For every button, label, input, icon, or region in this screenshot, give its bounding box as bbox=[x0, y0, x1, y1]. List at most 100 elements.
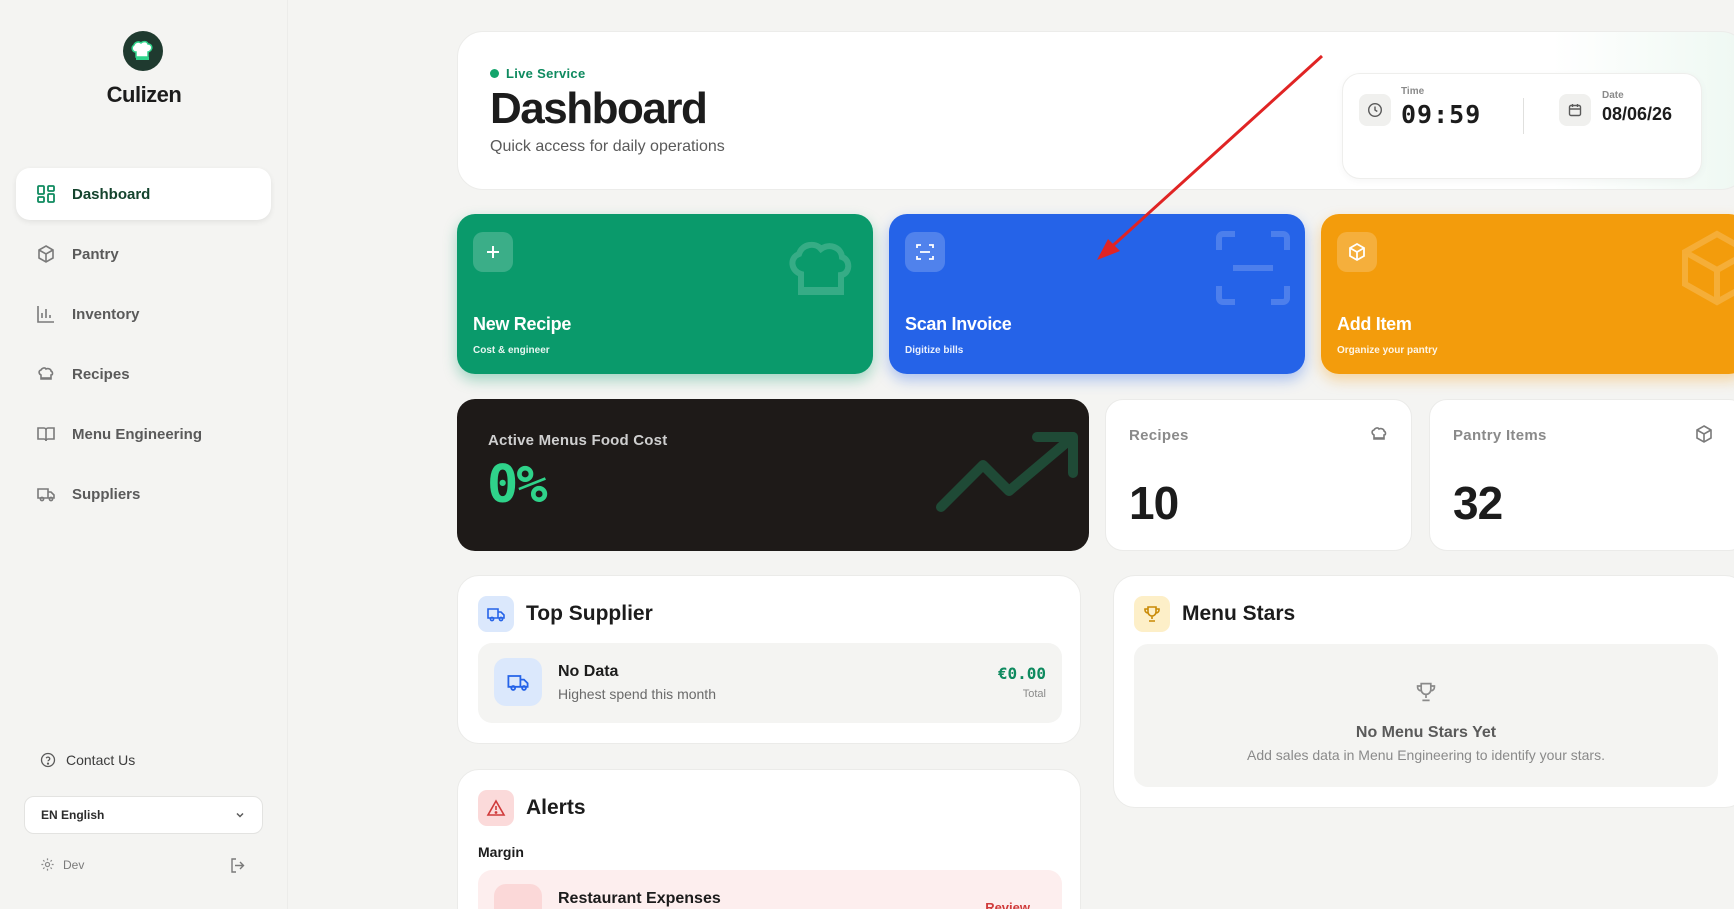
action-title: New Recipe bbox=[473, 314, 572, 334]
truck-icon bbox=[37, 488, 55, 502]
menu-stars-panel: Menu Stars No Menu Stars Yet Add sales d… bbox=[1113, 575, 1734, 808]
contact-us-link[interactable]: Contact Us bbox=[40, 752, 135, 768]
action-subtitle: Cost & engineer bbox=[473, 345, 550, 356]
box-icon bbox=[1682, 230, 1734, 306]
logo-icon bbox=[123, 31, 163, 71]
chef-hat-icon bbox=[789, 241, 852, 295]
clock-icon bbox=[1359, 94, 1391, 126]
live-status-label: Live Service bbox=[506, 66, 586, 81]
bar-chart-icon bbox=[37, 306, 54, 323]
help-circle-icon bbox=[40, 752, 56, 768]
supplier-amount-label: Total bbox=[1022, 688, 1046, 700]
stat-label: Recipes bbox=[1129, 427, 1189, 444]
trophy-icon bbox=[1416, 682, 1436, 702]
page-subtitle: Quick access for daily operations bbox=[490, 138, 725, 155]
alerts-section-label: Margin bbox=[478, 844, 524, 860]
scan-icon bbox=[1216, 231, 1290, 305]
top-supplier-panel: Top Supplier No Data Highest spend this … bbox=[457, 575, 1081, 744]
empty-state-desc: Add sales data in Menu Engineering to id… bbox=[1247, 747, 1605, 763]
divider bbox=[1523, 98, 1524, 134]
supplier-desc: Highest spend this month bbox=[558, 686, 716, 702]
page-title: Dashboard bbox=[490, 84, 708, 133]
chef-hat-icon bbox=[38, 367, 54, 380]
panel-title: Alerts bbox=[526, 796, 586, 819]
sidebar-item-label: Inventory bbox=[72, 305, 140, 323]
sidebar-item-label: Suppliers bbox=[72, 485, 141, 503]
dev-label: Dev bbox=[63, 857, 85, 872]
review-link[interactable]: Review bbox=[985, 900, 1030, 909]
logout-icon[interactable] bbox=[229, 857, 246, 874]
time-value: 09:59 bbox=[1401, 100, 1482, 129]
add-item-button[interactable]: Add Item Organize your pantry bbox=[1321, 214, 1734, 374]
supplier-amount: €0.00 bbox=[997, 664, 1046, 683]
date-value: 08/06/26 bbox=[1602, 104, 1673, 124]
trending-up-icon bbox=[936, 432, 1078, 512]
food-cost-value: 0% bbox=[487, 455, 548, 515]
brand-name: Culizen bbox=[106, 82, 182, 107]
sidebar: Culizen Dashboard Pantry Inventory Recip… bbox=[0, 0, 288, 909]
alert-name: Restaurant Expenses bbox=[558, 890, 721, 907]
sidebar-item-inventory[interactable]: Inventory bbox=[16, 288, 271, 340]
plus-icon bbox=[473, 232, 513, 272]
stat-value: 10 bbox=[1129, 477, 1179, 529]
trending-down-icon bbox=[494, 884, 542, 909]
panel-header: Top Supplier bbox=[478, 596, 653, 632]
supplier-row[interactable]: No Data Highest spend this month €0.00 T… bbox=[478, 643, 1062, 723]
empty-state-title: No Menu Stars Yet bbox=[1355, 724, 1497, 741]
scan-invoice-button[interactable]: Scan Invoice Digitize bills bbox=[889, 214, 1305, 374]
warning-icon bbox=[478, 790, 514, 826]
sidebar-item-dashboard[interactable]: Dashboard bbox=[16, 168, 271, 220]
pantry-stat-card[interactable]: Pantry Items 32 bbox=[1429, 399, 1734, 551]
panel-header: Alerts bbox=[478, 790, 586, 826]
action-subtitle: Organize your pantry bbox=[1337, 345, 1438, 356]
dashboard-header: Live Service Dashboard Quick access for … bbox=[457, 31, 1734, 190]
stat-value: 32 bbox=[1453, 477, 1503, 529]
recipes-stat-card[interactable]: Recipes 10 bbox=[1105, 399, 1412, 551]
live-status: Live Service bbox=[490, 66, 586, 81]
panel-title: Top Supplier bbox=[526, 602, 653, 625]
truck-icon bbox=[478, 596, 514, 632]
date-label: Date bbox=[1602, 90, 1624, 101]
scan-icon bbox=[905, 232, 945, 272]
status-dot-icon bbox=[490, 69, 499, 78]
supplier-name: No Data bbox=[558, 663, 619, 680]
alerts-panel: Alerts Margin Restaurant Expenses Review bbox=[457, 769, 1081, 909]
alert-row[interactable]: Restaurant Expenses Review bbox=[478, 870, 1062, 909]
language-select[interactable]: EN English bbox=[24, 796, 263, 834]
sidebar-item-menu-engineering[interactable]: Menu Engineering bbox=[16, 408, 271, 460]
stat-label: Pantry Items bbox=[1453, 427, 1547, 444]
action-title: Add Item bbox=[1337, 314, 1412, 334]
gear-icon bbox=[41, 858, 54, 871]
chef-hat-icon bbox=[1371, 427, 1387, 440]
panel-title: Menu Stars bbox=[1182, 602, 1296, 625]
time-label: Time bbox=[1401, 86, 1425, 97]
sidebar-nav: Dashboard Pantry Inventory Recipes Menu … bbox=[16, 168, 271, 528]
book-icon bbox=[37, 427, 55, 442]
language-value: EN English bbox=[41, 808, 105, 822]
food-cost-label: Active Menus Food Cost bbox=[488, 432, 668, 449]
chevron-down-icon bbox=[236, 812, 244, 818]
sidebar-item-label: Dashboard bbox=[72, 185, 151, 203]
sidebar-item-label: Pantry bbox=[72, 245, 119, 263]
dashboard-icon bbox=[37, 185, 55, 203]
panel-header: Menu Stars bbox=[1134, 596, 1295, 632]
contact-us-label: Contact Us bbox=[66, 752, 136, 768]
menu-stars-empty-state: No Menu Stars Yet Add sales data in Menu… bbox=[1134, 644, 1718, 787]
calendar-icon bbox=[1559, 94, 1591, 126]
sidebar-item-recipes[interactable]: Recipes bbox=[16, 348, 271, 400]
action-subtitle: Digitize bills bbox=[905, 345, 964, 356]
clock-panel: Time 09:59 Date 08/06/26 bbox=[1342, 73, 1702, 179]
dev-settings-link[interactable]: Dev bbox=[40, 857, 84, 872]
truck-icon bbox=[494, 658, 542, 706]
sidebar-item-label: Recipes bbox=[72, 365, 130, 383]
sidebar-item-suppliers[interactable]: Suppliers bbox=[16, 468, 271, 520]
sidebar-item-pantry[interactable]: Pantry bbox=[16, 228, 271, 280]
trophy-icon bbox=[1134, 596, 1170, 632]
action-title: Scan Invoice bbox=[905, 314, 1012, 334]
box-icon bbox=[38, 245, 54, 263]
box-icon bbox=[1696, 425, 1712, 443]
box-icon bbox=[1337, 232, 1377, 272]
new-recipe-button[interactable]: New Recipe Cost & engineer bbox=[457, 214, 873, 374]
sidebar-item-label: Menu Engineering bbox=[72, 425, 203, 443]
food-cost-card[interactable]: Active Menus Food Cost 0% bbox=[457, 399, 1089, 551]
